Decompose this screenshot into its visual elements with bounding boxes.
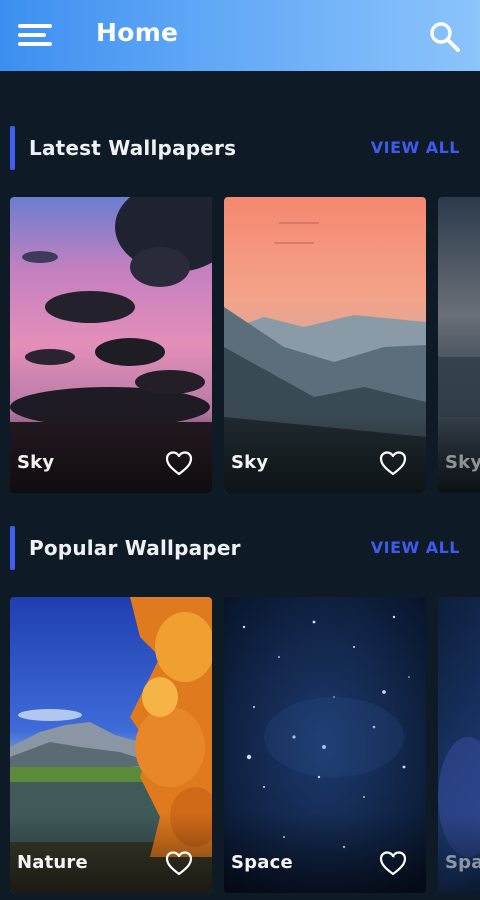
page-title: Home xyxy=(96,18,179,47)
search-icon[interactable] xyxy=(428,20,462,54)
latest-wallpapers-row[interactable]: Sky Sky Sky xyxy=(10,197,480,493)
section-header-popular: Popular Wallpaper VIEW ALL xyxy=(0,526,480,570)
app-bar: Home xyxy=(0,0,480,71)
wallpaper-card-sky-1[interactable]: Sky xyxy=(10,197,212,493)
card-label: Sky xyxy=(17,452,55,473)
heart-outline-icon[interactable] xyxy=(378,449,408,477)
card-label: Nature xyxy=(17,852,88,873)
heart-outline-icon[interactable] xyxy=(164,449,194,477)
card-label: Sky xyxy=(445,452,480,473)
section-title-popular: Popular Wallpaper xyxy=(29,536,241,560)
wallpaper-card-sky-2[interactable]: Sky xyxy=(224,197,426,493)
heart-outline-icon[interactable] xyxy=(378,849,408,877)
wallpaper-card-sky-3[interactable]: Sky xyxy=(438,197,480,493)
view-all-popular-button[interactable]: VIEW ALL xyxy=(371,538,460,557)
heart-outline-icon[interactable] xyxy=(164,849,194,877)
hamburger-menu-icon[interactable] xyxy=(16,22,56,50)
section-header-latest: Latest Wallpapers VIEW ALL xyxy=(0,126,480,170)
section-title-latest: Latest Wallpapers xyxy=(29,136,237,160)
view-all-latest-button[interactable]: VIEW ALL xyxy=(371,138,460,157)
section-accent-bar xyxy=(10,526,15,570)
card-label: Space xyxy=(445,852,480,873)
popular-wallpapers-row[interactable]: Nature Space Spa xyxy=(10,597,480,893)
wallpaper-card-space[interactable]: Space xyxy=(224,597,426,893)
card-label: Sky xyxy=(231,452,269,473)
wallpaper-card-space-2[interactable]: Space xyxy=(438,597,480,893)
home-screen: Home Latest Wallpapers VIEW ALL Sky Sky … xyxy=(0,0,480,900)
wallpaper-card-nature[interactable]: Nature xyxy=(10,597,212,893)
section-accent-bar xyxy=(10,126,15,170)
card-label: Space xyxy=(231,852,293,873)
